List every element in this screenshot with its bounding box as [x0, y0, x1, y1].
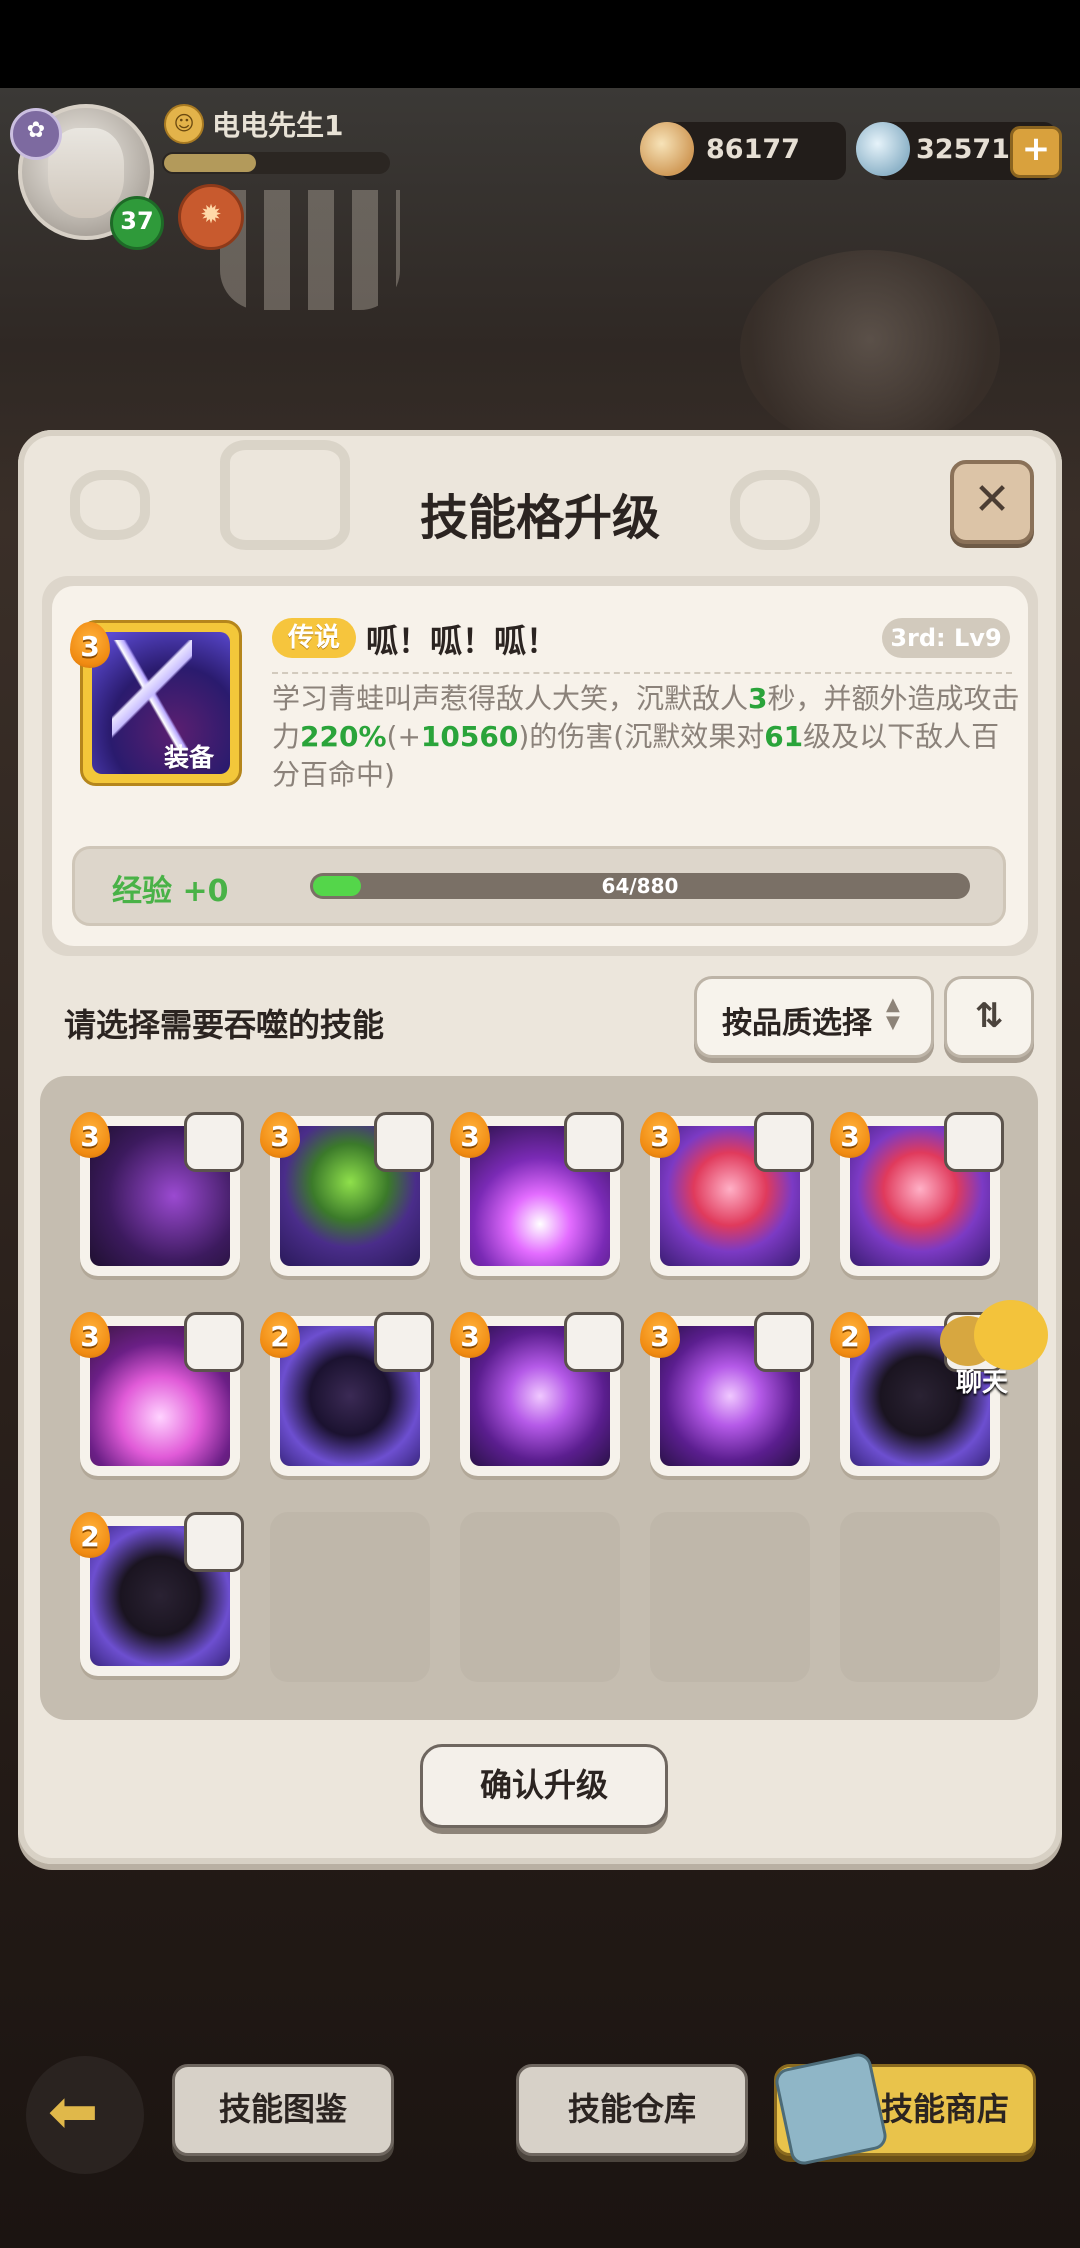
tier-badge: 2	[70, 1512, 110, 1558]
shell-currency-icon	[640, 122, 694, 176]
select-checkbox[interactable]	[754, 1312, 814, 1372]
select-checkbox[interactable]	[374, 1312, 434, 1372]
player-exp-fill	[164, 154, 256, 172]
empty-slot	[650, 1512, 810, 1682]
empty-slot	[840, 1512, 1000, 1682]
tier-badge: 3	[260, 1112, 300, 1158]
select-checkbox[interactable]	[754, 1112, 814, 1172]
currency-1-value: 86177	[706, 134, 800, 165]
player-name: 电电先生1	[212, 109, 344, 142]
sort-order-icon: ⇅	[974, 996, 1004, 1036]
tier-badge: 3	[640, 1112, 680, 1158]
pearl-currency-icon	[856, 122, 910, 176]
back-arrow-icon: ⬅	[48, 2077, 99, 2147]
tier-badge: 3	[70, 622, 110, 668]
background-teeth	[220, 190, 400, 310]
exp-progress-text: 64/880	[601, 874, 679, 898]
tier-badge: 3	[640, 1312, 680, 1358]
close-icon: ✕	[973, 474, 1011, 525]
player-level-badge: 37	[110, 196, 164, 250]
tier-badge: 3	[70, 1112, 110, 1158]
vip-badge-icon[interactable]: ✹	[178, 184, 244, 250]
sort-order-button[interactable]: ⇅	[944, 976, 1034, 1058]
select-checkbox[interactable]	[184, 1512, 244, 1572]
empty-slot	[270, 1512, 430, 1682]
plus-icon[interactable]: +	[1010, 126, 1062, 178]
rank-icon: ☺	[164, 104, 204, 144]
shop-card-icon	[772, 2050, 890, 2168]
select-checkbox[interactable]	[184, 1312, 244, 1372]
select-checkbox[interactable]	[564, 1312, 624, 1372]
status-bar	[0, 0, 1080, 88]
select-checkbox[interactable]	[374, 1112, 434, 1172]
tier-badge: 3	[450, 1112, 490, 1158]
confirm-upgrade-button[interactable]: 确认升级	[420, 1744, 668, 1828]
tier-badge: 2	[260, 1312, 300, 1358]
exp-label: 经验 +0	[112, 874, 229, 909]
select-checkbox[interactable]	[564, 1112, 624, 1172]
skill-codex-button[interactable]: 技能图鉴	[172, 2064, 394, 2156]
skill-name: 呱！呱！呱！	[366, 622, 559, 660]
sort-label: 按品质选择	[722, 1006, 872, 1041]
background-skull	[740, 250, 1000, 450]
tier-badge: 3	[830, 1112, 870, 1158]
tier-badge: 2	[830, 1312, 870, 1358]
chat-label[interactable]: 聊天	[956, 1362, 1008, 1399]
skill-description: 学习青蛙叫声惹得敌人大笑，沉默敌人3秒，并额外造成攻击力220%(+10560)…	[272, 682, 1020, 791]
select-instruction: 请选择需要吞噬的技能	[64, 1006, 385, 1044]
skill-storage-button[interactable]: 技能仓库	[516, 2064, 748, 2156]
dialog-title: 技能格升级	[419, 490, 660, 546]
sort-arrows-icon: ▲ ▼	[886, 994, 900, 1033]
skill-level-pill: 3rd: Lv9	[882, 618, 1010, 658]
chat-icon[interactable]	[974, 1300, 1048, 1370]
guild-emblem-icon: ✿	[10, 108, 62, 160]
close-button[interactable]: ✕	[950, 460, 1034, 544]
lightning-icon	[112, 640, 192, 750]
rarity-badge: 传说	[272, 618, 356, 658]
tier-badge: 3	[70, 1312, 110, 1358]
select-checkbox[interactable]	[944, 1112, 1004, 1172]
divider	[272, 672, 1012, 674]
equipped-tag: 装备	[164, 743, 215, 772]
tier-badge: 3	[450, 1312, 490, 1358]
empty-slot	[460, 1512, 620, 1682]
select-checkbox[interactable]	[184, 1112, 244, 1172]
